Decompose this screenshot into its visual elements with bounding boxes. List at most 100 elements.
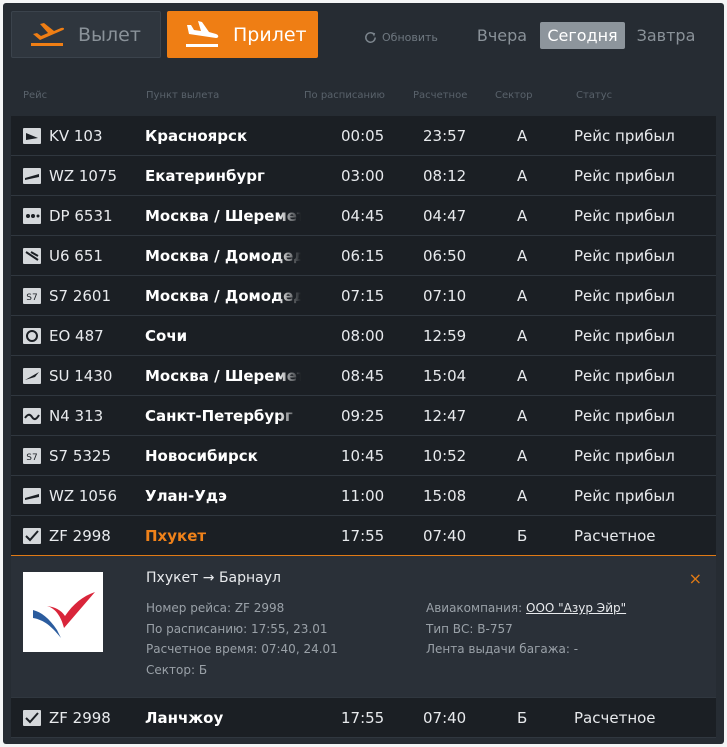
detail-baggage: Лента выдачи багажа: -: [426, 642, 579, 656]
refresh-button[interactable]: Обновить: [363, 27, 438, 47]
origin-city: Москва / Шереметьево: [145, 367, 301, 385]
flight-number: KV 103: [49, 127, 103, 145]
flights-table: KV 103 Красноярск 00:05 23:57 А Рейс прибыл WZ…: [11, 116, 716, 738]
sector: А: [517, 247, 528, 265]
flight-board: Вылет Прилет Обновить Вчера Сегодня Завт…: [3, 3, 724, 744]
estimated-time: 07:40: [423, 709, 467, 727]
svg-text:S7: S7: [26, 453, 37, 463]
table-row[interactable]: S7 S7 2601 Москва / Домодедово 07:15 07:10 А Р…: [11, 276, 716, 316]
refresh-label: Обновить: [382, 30, 438, 44]
flight-number: ZF 2998: [49, 527, 111, 545]
airline-logo-icon: [23, 572, 103, 652]
detail-airline: Авиакомпания: ООО "Азур Эйр": [426, 598, 626, 619]
flight-number: ZF 2998: [49, 709, 111, 727]
estimated-time: 07:40: [423, 527, 467, 545]
sector: А: [517, 127, 528, 145]
airline-logo-icon: [23, 328, 41, 344]
origin-city: Москва / Домодедово: [145, 287, 301, 305]
scheduled-time: 08:00: [341, 327, 385, 345]
scheduled-time: 00:05: [341, 127, 385, 145]
day-tomorrow[interactable]: Завтра: [633, 22, 699, 49]
table-row[interactable]: N4 313 Санкт-Петербург 09:25 12:47 А Рейс при…: [11, 396, 716, 436]
estimated-time: 07:10: [423, 287, 467, 305]
departure-tab[interactable]: Вылет: [11, 11, 161, 58]
status: Расчетное: [574, 709, 656, 727]
sector: А: [517, 167, 528, 185]
airline-logo-icon: [23, 488, 41, 504]
status: Рейс прибыл: [574, 127, 675, 145]
airline-logo-icon: S7: [23, 288, 41, 304]
plane-takeoff-icon: [31, 22, 65, 46]
table-row[interactable]: S7 S7 5325 Новосибирск 10:45 10:52 А Рейс приб…: [11, 436, 716, 476]
detail-sector: Сектор: Б: [146, 662, 208, 677]
day-yesterday[interactable]: Вчера: [473, 22, 531, 49]
airline-logo-icon: [23, 168, 41, 184]
origin-city: Москва / Шереметьево: [145, 207, 301, 225]
table-row[interactable]: ZF 2998 Ланчжоу 17:55 07:40 Б Расчетное: [11, 698, 716, 738]
flight-number: S7 2601: [49, 287, 112, 305]
sector: А: [517, 447, 528, 465]
table-row[interactable]: U6 651 Москва / Домодедово 06:15 06:50 А Рейс…: [11, 236, 716, 276]
detail-route: Пхукет → Барнаул: [146, 570, 281, 586]
detail-airline-label: Авиакомпания:: [426, 601, 523, 615]
scheduled-time: 06:15: [341, 247, 385, 265]
table-row[interactable]: KV 103 Красноярск 00:05 23:57 А Рейс прибыл: [11, 116, 716, 156]
plane-landing-icon: [186, 20, 219, 47]
sector: А: [517, 407, 528, 425]
airline-link[interactable]: ООО "Азур Эйр": [526, 601, 626, 615]
status: Рейс прибыл: [574, 407, 675, 425]
detail-right-column: Авиакомпания: ООО "Азур Эйр" Тип ВС: B-7…: [426, 598, 626, 660]
detail-scheduled: По расписанию: 17:55, 23.01: [146, 621, 328, 636]
detail-aircraft: Тип ВС: B-757: [426, 621, 513, 636]
origin-city: Москва / Домодедово: [145, 247, 301, 265]
origin-city: Пхукет: [145, 527, 207, 545]
flight-number: U6 651: [49, 247, 103, 265]
flight-number: N4 313: [49, 407, 104, 425]
origin-city: Екатеринбург: [145, 167, 265, 185]
header-status: Статус: [576, 90, 613, 101]
airline-logo-icon: [23, 408, 41, 424]
scheduled-time: 07:15: [341, 287, 385, 305]
estimated-time: 08:12: [423, 167, 467, 185]
airline-logo-icon: S7: [23, 448, 41, 464]
table-row[interactable]: EO 487 Сочи 08:00 12:59 А Рейс прибыл: [11, 316, 716, 356]
estimated-time: 15:04: [423, 367, 467, 385]
estimated-time: 23:57: [423, 127, 467, 145]
airline-logo-icon: [23, 208, 41, 224]
estimated-time: 04:47: [423, 207, 467, 225]
status: Рейс прибыл: [574, 167, 675, 185]
arrival-tab-label: Прилет: [233, 23, 307, 46]
origin-city: Санкт-Петербург: [145, 407, 293, 425]
estimated-time: 06:50: [423, 247, 467, 265]
sector: А: [517, 327, 528, 345]
origin-city: Сочи: [145, 327, 188, 345]
table-row[interactable]: WZ 1056 Улан-Удэ 11:00 15:08 А Рейс прибыл: [11, 476, 716, 516]
scheduled-time: 17:55: [341, 709, 385, 727]
flight-number: WZ 1056: [49, 487, 118, 505]
sector: Б: [517, 709, 528, 727]
airline-logo-icon: [23, 368, 41, 384]
table-row[interactable]: ZF 2998 Пхукет 17:55 07:40 Б Расчетное: [11, 516, 716, 556]
scheduled-time: 04:45: [341, 207, 385, 225]
airline-logo-icon: [23, 248, 41, 264]
close-icon[interactable]: ×: [689, 569, 702, 588]
header-estimated: Расчетное: [413, 90, 468, 101]
svg-text:S7: S7: [26, 293, 37, 303]
header-flight: Рейс: [23, 90, 48, 101]
scheduled-time: 08:45: [341, 367, 385, 385]
scheduled-time: 09:25: [341, 407, 385, 425]
flight-number: WZ 1075: [49, 167, 118, 185]
origin-city: Ланчжоу: [145, 709, 224, 727]
sector: А: [517, 487, 528, 505]
origin-city: Улан-Удэ: [145, 487, 227, 505]
arrival-tab[interactable]: Прилет: [167, 11, 318, 58]
estimated-time: 15:08: [423, 487, 467, 505]
day-today[interactable]: Сегодня: [540, 22, 625, 49]
table-row[interactable]: SU 1430 Москва / Шереметьево 08:45 15:04 А Ре…: [11, 356, 716, 396]
table-row[interactable]: WZ 1075 Екатеринбург 03:00 08:12 А Рейс прибы…: [11, 156, 716, 196]
header-scheduled: По расписанию: [304, 90, 385, 101]
status: Рейс прибыл: [574, 247, 675, 265]
table-row[interactable]: DP 6531 Москва / Шереметьево 04:45 04:47 А Ре…: [11, 196, 716, 236]
airline-logo-icon: [23, 128, 41, 144]
flight-detail-panel: Пхукет → Барнаул × Номер рейса: ZF 2998 …: [11, 556, 716, 698]
